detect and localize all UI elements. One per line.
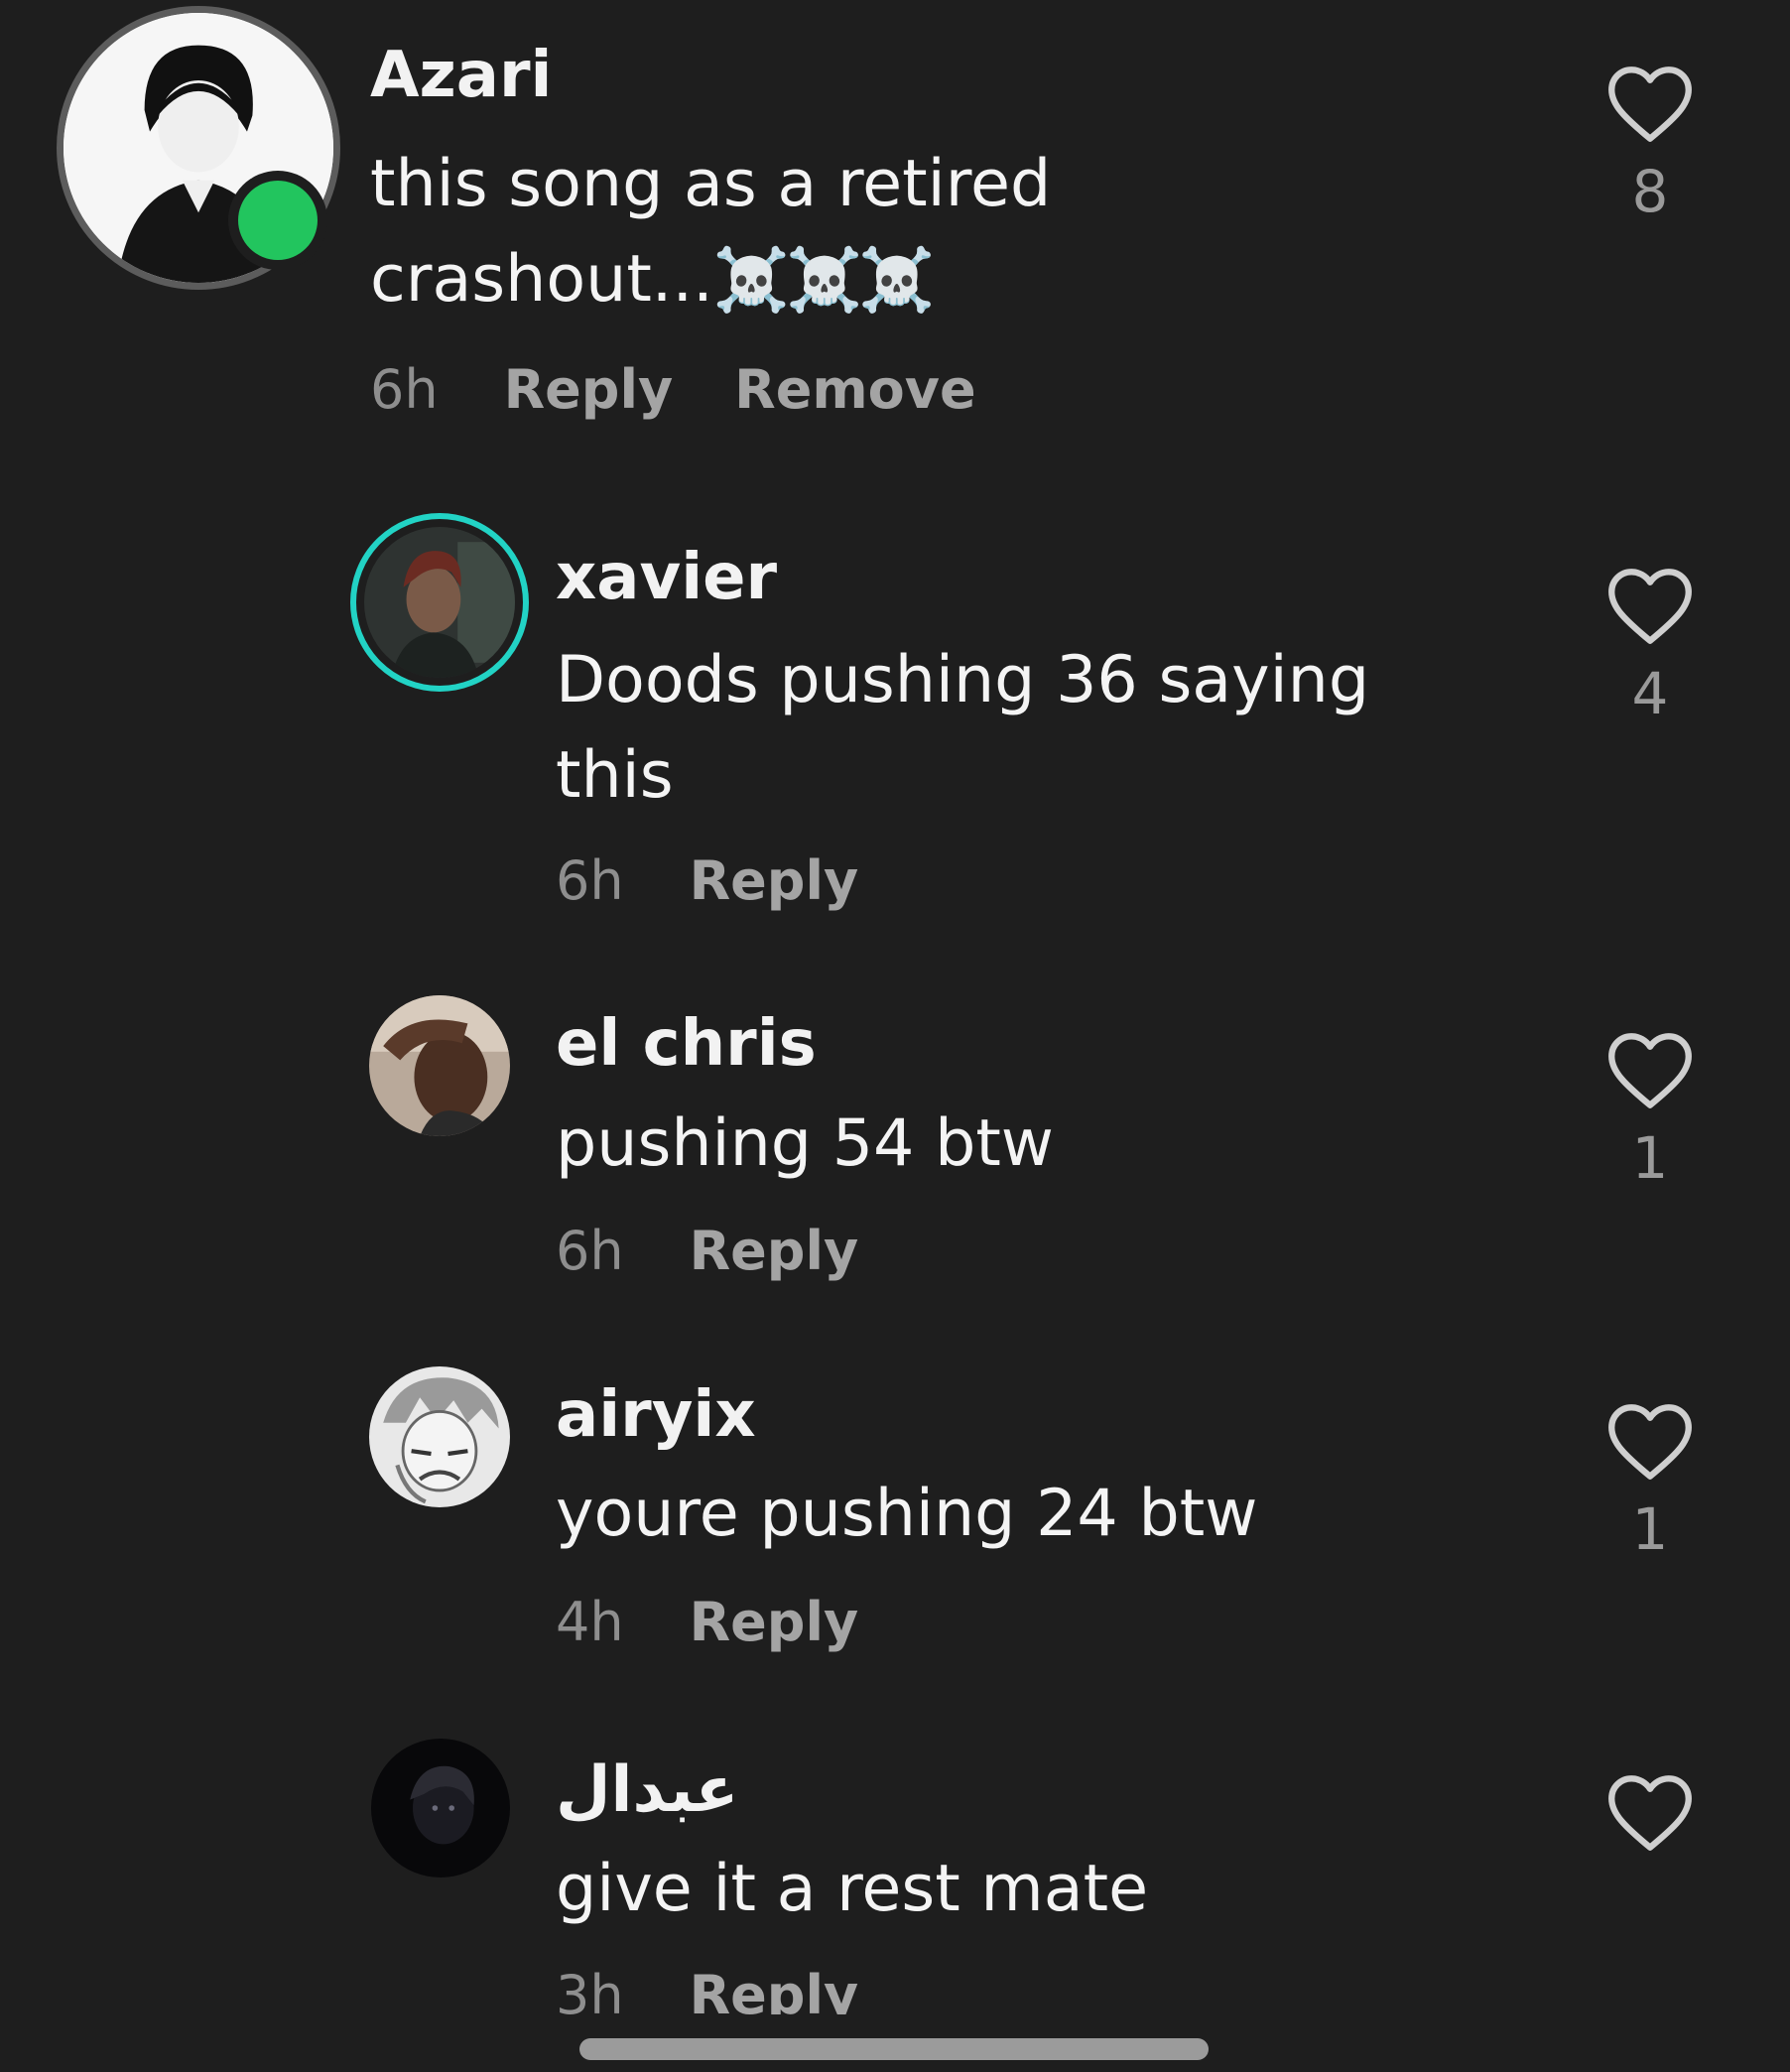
avatar-image [369,1366,510,1507]
reply-button[interactable]: Reply [690,1220,859,1282]
comment-text-line: Doods pushing 36 saying [556,643,1370,717]
skull-emoji-icon: ☠️☠️☠️ [712,243,936,316]
username[interactable]: xavier [556,546,777,609]
like-button[interactable]: 8 [1600,64,1700,220]
username[interactable]: el chris [556,1012,817,1076]
remove-button[interactable]: Remove [734,358,975,421]
avatar[interactable] [350,513,529,692]
username[interactable]: Azari [370,44,552,107]
like-button[interactable]: 4 [1600,566,1700,722]
timestamp: 6h [556,849,624,912]
reply-button[interactable]: Reply [690,849,859,912]
like-button[interactable] [1600,1772,1700,1854]
heart-icon [1608,66,1692,142]
comment-meta: 6h Reply [556,1225,920,1278]
comment-text-line: pushing 54 btw [556,1106,1054,1181]
username[interactable]: airyix [556,1383,756,1447]
comment-meta: 6h Reply Remove [370,363,1038,417]
avatar[interactable] [369,995,510,1136]
avatar-image [369,995,510,1136]
like-button[interactable]: 1 [1600,1401,1700,1558]
avatar-image [371,1739,510,1878]
avatar-image [364,527,515,678]
avatar[interactable] [369,1366,510,1507]
comment-text-line: this song as a retired [370,147,1052,221]
timestamp: 4h [556,1591,624,1653]
comment-text: Doods pushing 36 saying this [556,633,1369,824]
online-dot [238,181,318,260]
username[interactable]: عبدال [556,1758,738,1822]
comment-meta: 4h Reply [556,1596,920,1649]
home-indicator[interactable] [579,2038,1209,2060]
comment-text: pushing 54 btw [556,1097,1054,1192]
like-count: 1 [1631,1495,1669,1563]
timestamp: 6h [556,1220,624,1282]
reply-button[interactable]: Reply [504,358,674,421]
like-count: 1 [1631,1124,1669,1192]
like-count: 8 [1631,158,1669,225]
avatar[interactable] [371,1739,510,1878]
comment-azari: Azari this song as a retired crashout...… [0,0,1790,437]
heart-icon [1608,569,1692,644]
like-button[interactable]: 1 [1600,1030,1700,1187]
like-count: 4 [1631,660,1669,727]
comment-text-fragment: crashout... [370,242,713,317]
heart-icon [1608,1775,1692,1851]
heart-icon [1608,1033,1692,1108]
comment-text: youre pushing 24 btw [556,1467,1257,1562]
comment-text-line: give it a rest mate [556,1852,1149,1926]
comment-text: give it a rest mate [556,1842,1148,1937]
comment-meta: 6h Reply [556,854,920,908]
comment-text-line: youre pushing 24 btw [556,1477,1258,1551]
timestamp: 6h [370,358,439,421]
comment-text-line: this [556,738,674,813]
reply-button[interactable]: Reply [690,1591,859,1653]
comment-text-line: crashout...☠️☠️☠️ [370,232,1051,327]
heart-icon [1608,1404,1692,1480]
comment-text: this song as a retired crashout...☠️☠️☠️ [370,137,1051,327]
